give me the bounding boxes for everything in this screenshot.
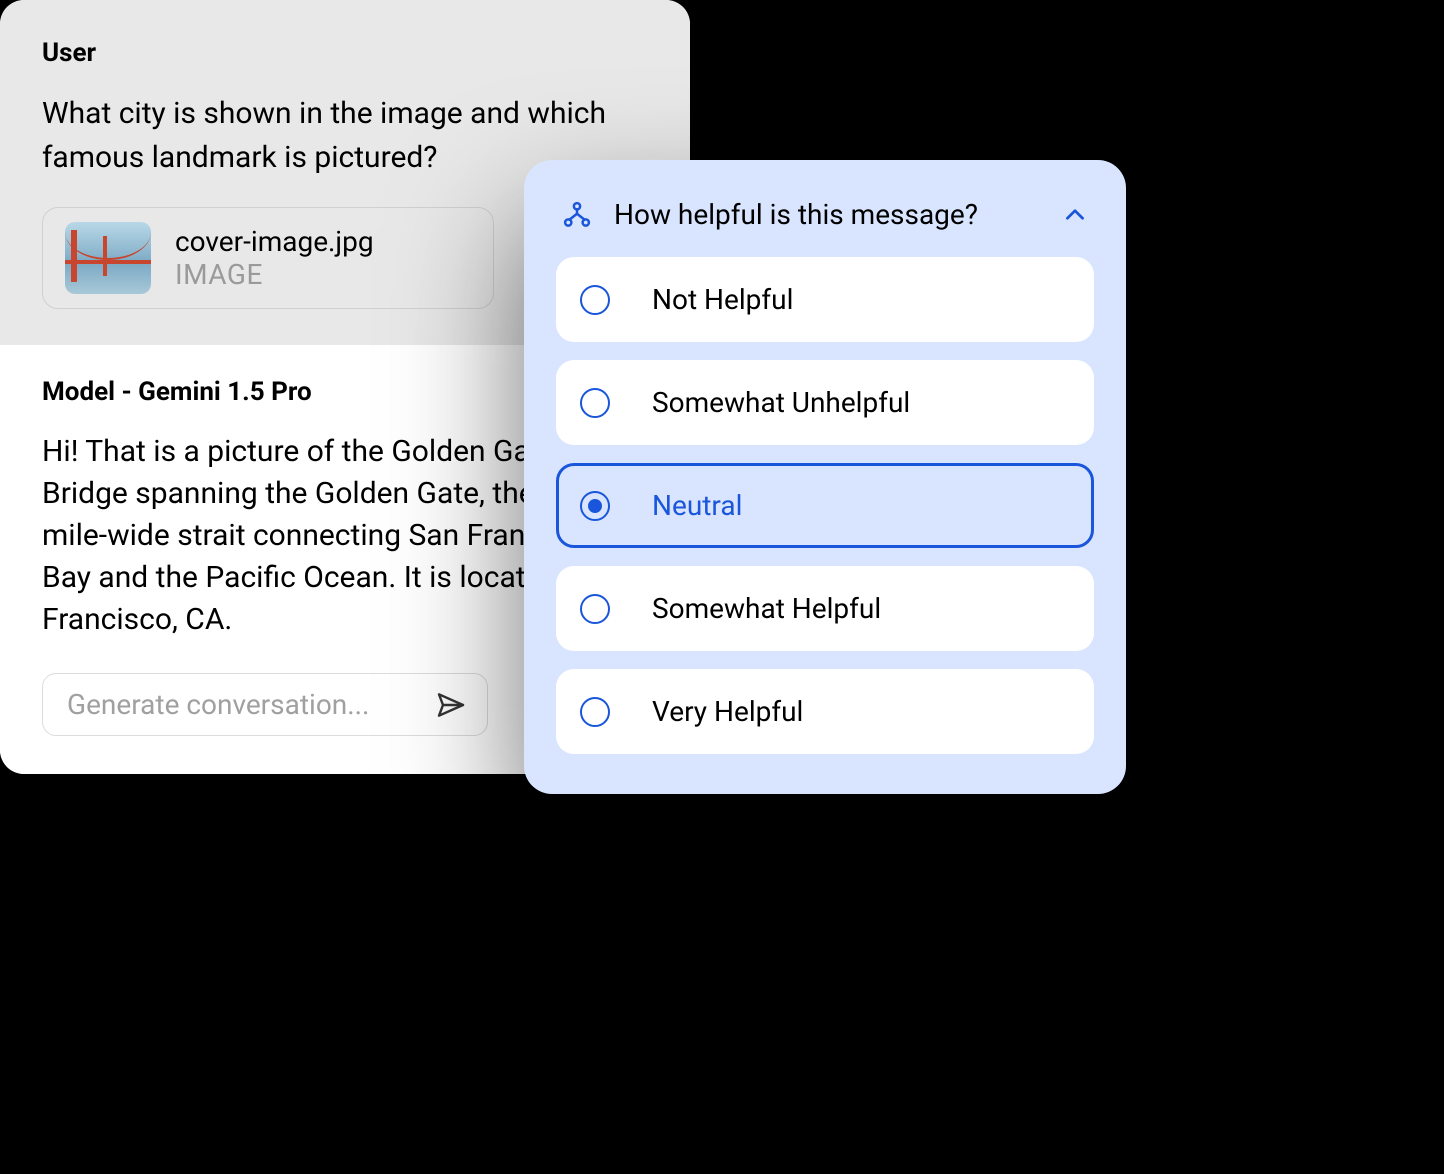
radio-icon (580, 697, 610, 727)
rating-option[interactable]: Neutral (556, 463, 1094, 548)
attachment-meta: cover-image.jpg IMAGE (175, 225, 374, 291)
attachment-chip[interactable]: cover-image.jpg IMAGE (42, 207, 494, 309)
rating-option-label: Somewhat Helpful (652, 592, 881, 625)
radio-icon (580, 491, 610, 521)
attachment-thumbnail (65, 222, 151, 294)
radio-icon (580, 285, 610, 315)
radio-icon (580, 388, 610, 418)
rating-card: How helpful is this message? Not Helpful… (524, 160, 1126, 794)
attachment-type: IMAGE (175, 258, 374, 291)
attachment-filename: cover-image.jpg (175, 225, 374, 258)
rating-header[interactable]: How helpful is this message? (556, 192, 1094, 257)
user-label: User (42, 38, 648, 68)
rating-option[interactable]: Very Helpful (556, 669, 1094, 754)
radio-icon (580, 594, 610, 624)
rating-option-label: Somewhat Unhelpful (652, 386, 910, 419)
input-placeholder: Generate conversation... (67, 688, 369, 721)
rating-option-label: Neutral (652, 489, 742, 522)
generate-input[interactable]: Generate conversation... (42, 673, 488, 736)
rating-option[interactable]: Not Helpful (556, 257, 1094, 342)
rating-option-label: Very Helpful (652, 695, 803, 728)
chevron-up-icon[interactable] (1062, 202, 1088, 228)
rating-options: Not Helpful Somewhat Unhelpful Neutral S… (556, 257, 1094, 754)
rating-option[interactable]: Somewhat Unhelpful (556, 360, 1094, 445)
rating-option[interactable]: Somewhat Helpful (556, 566, 1094, 651)
hierarchy-icon (562, 200, 592, 230)
rating-option-label: Not Helpful (652, 283, 793, 316)
rating-title: How helpful is this message? (614, 198, 1040, 231)
send-icon[interactable] (435, 689, 467, 721)
